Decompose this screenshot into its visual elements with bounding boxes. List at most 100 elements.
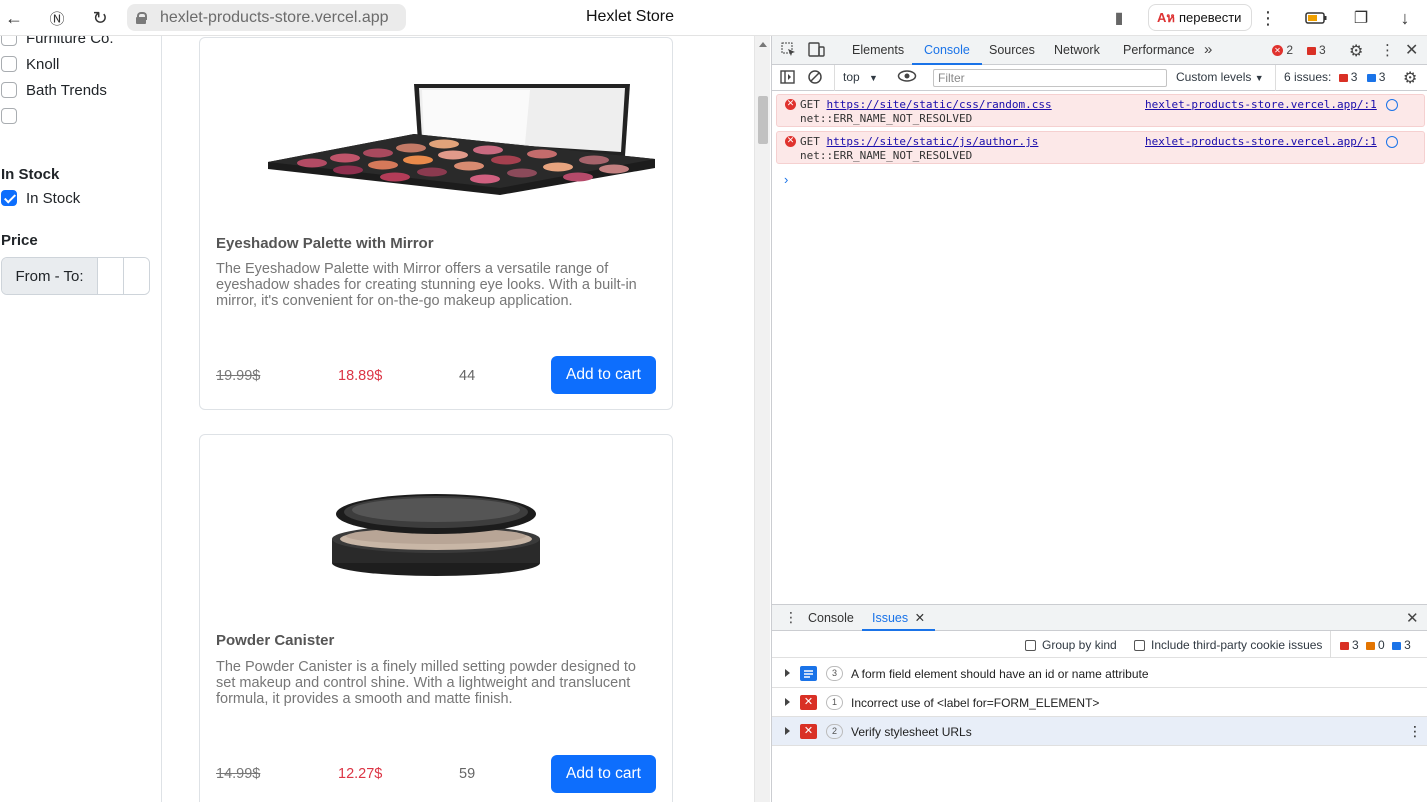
checkbox[interactable] bbox=[1, 56, 17, 72]
console-settings-gear-icon[interactable]: ⚙ bbox=[1403, 68, 1417, 88]
brand-filter-item[interactable]: Bath Trends bbox=[1, 80, 107, 100]
checkbox[interactable] bbox=[1, 36, 17, 46]
yandex-icon[interactable]: Ⓝ bbox=[45, 6, 69, 30]
issue-row[interactable]: ✕ 1 Incorrect use of <label for=FORM_ELE… bbox=[772, 688, 1427, 717]
drawer-menu-icon[interactable]: ⋮ bbox=[784, 609, 798, 626]
issue-info-icon bbox=[1366, 73, 1376, 82]
error-issue-icon: ✕ bbox=[800, 695, 817, 710]
product-description: The Powder Canister is a finely milled s… bbox=[216, 659, 636, 707]
bookmark-icon[interactable]: ▮ bbox=[1107, 6, 1131, 30]
product-title[interactable]: Eyeshadow Palette with Mirror bbox=[216, 235, 434, 252]
close-drawer-icon[interactable]: ✕ bbox=[1406, 609, 1419, 627]
checkbox[interactable] bbox=[1134, 640, 1145, 652]
network-globe-icon[interactable] bbox=[1386, 99, 1398, 111]
reload-icon[interactable]: ↻ bbox=[88, 6, 112, 30]
tab-elements[interactable]: Elements bbox=[852, 36, 904, 65]
issue-title: Incorrect use of <label for=FORM_ELEMENT… bbox=[851, 696, 1100, 710]
devtools-menu-icon[interactable]: ⋮ bbox=[1380, 41, 1395, 59]
clear-console-icon[interactable] bbox=[807, 69, 823, 88]
page-title: Hexlet Store bbox=[585, 8, 675, 25]
error-text: net::ERR_NAME_NOT_RESOLVED bbox=[800, 149, 973, 162]
console-error-message[interactable]: ✕ GET https://site/static/js/author.js n… bbox=[776, 131, 1425, 164]
url-text[interactable]: hexlet-products-store.vercel.app bbox=[160, 9, 389, 27]
issue-error-icon bbox=[1340, 641, 1349, 650]
product-title[interactable]: Powder Canister bbox=[216, 632, 334, 649]
price-range-label: From - To: bbox=[2, 258, 98, 294]
expand-arrow-icon[interactable] bbox=[785, 669, 790, 677]
source-link[interactable]: hexlet-products-store.vercel.app/:1 bbox=[1145, 98, 1377, 111]
issue-warning-icon bbox=[1366, 641, 1376, 650]
issue-info-icon bbox=[1392, 641, 1402, 650]
tab-sources[interactable]: Sources bbox=[989, 36, 1035, 65]
checkbox-checked[interactable] bbox=[1, 190, 17, 206]
close-devtools-icon[interactable]: ✕ bbox=[1405, 40, 1418, 60]
issues-toolbar: Group by kind Include third-party cookie… bbox=[772, 631, 1427, 658]
resource-link[interactable]: https://site/static/css/random.css bbox=[827, 98, 1052, 111]
context-selector[interactable]: top ▼ bbox=[843, 70, 878, 84]
in-stock-filter[interactable]: In Stock bbox=[1, 188, 80, 208]
network-globe-icon[interactable] bbox=[1386, 136, 1398, 148]
product-card: Eyeshadow Palette with Mirror The Eyesha… bbox=[199, 37, 673, 410]
price-from-input[interactable] bbox=[98, 258, 124, 294]
toolbar-divider bbox=[1275, 65, 1276, 91]
price-heading: Price bbox=[1, 232, 38, 249]
brand-filter-item[interactable]: Knoll bbox=[1, 54, 59, 74]
sidebar-toggle-icon[interactable] bbox=[780, 70, 795, 87]
issue-row[interactable]: ✕ 2 Verify stylesheet URLs ⋮ bbox=[772, 717, 1427, 746]
scrollbar-thumb[interactable] bbox=[758, 96, 768, 144]
add-to-cart-button[interactable]: Add to cart bbox=[551, 755, 656, 793]
inspect-element-icon[interactable] bbox=[781, 42, 796, 60]
store-page: Furniture Co. Knoll Bath Trends In Stock… bbox=[0, 36, 770, 802]
page-scrollbar[interactable] bbox=[754, 36, 770, 802]
toolbar-divider bbox=[834, 65, 835, 91]
translate-button[interactable]: Aห перевести bbox=[1148, 4, 1252, 31]
drawer-tab-issues[interactable]: Issues ✕ bbox=[862, 605, 936, 631]
drawer-tab-console[interactable]: Console bbox=[808, 605, 854, 631]
settings-gear-icon[interactable]: ⚙ bbox=[1349, 41, 1363, 61]
tab-performance[interactable]: Performance bbox=[1123, 36, 1195, 65]
issues-summary-button[interactable]: 6 issues: 3 3 bbox=[1284, 70, 1385, 84]
download-icon[interactable]: ↓ bbox=[1393, 6, 1417, 30]
tab-network[interactable]: Network bbox=[1054, 36, 1100, 65]
scroll-up-icon[interactable] bbox=[759, 42, 767, 47]
expand-arrow-icon[interactable] bbox=[785, 727, 790, 735]
issue-title: A form field element should have an id o… bbox=[851, 667, 1149, 681]
more-tabs-icon[interactable]: » bbox=[1204, 41, 1212, 58]
price-to-input[interactable] bbox=[124, 258, 149, 294]
issue-menu-icon[interactable]: ⋮ bbox=[1408, 723, 1422, 740]
brand-filter-item[interactable]: Furniture Co. bbox=[1, 36, 114, 48]
add-to-cart-button[interactable]: Add to cart bbox=[551, 356, 656, 394]
console-error-message[interactable]: ✕ GET https://site/static/css/random.css… bbox=[776, 94, 1425, 127]
error-icon: ✕ bbox=[785, 136, 796, 147]
stock-quantity: 59 bbox=[459, 766, 476, 782]
battery-icon bbox=[1304, 6, 1328, 30]
source-link[interactable]: hexlet-products-store.vercel.app/:1 bbox=[1145, 135, 1377, 148]
devtools-panel: Elements Console Sources Network Perform… bbox=[771, 36, 1427, 802]
checkbox[interactable] bbox=[1025, 640, 1036, 652]
group-by-kind-toggle[interactable]: Group by kind bbox=[1025, 638, 1117, 652]
request-method: GET bbox=[800, 135, 820, 148]
checkbox[interactable] bbox=[1, 108, 17, 124]
menu-dots-icon[interactable]: ⋮ bbox=[1256, 6, 1280, 30]
brand-filter-item[interactable] bbox=[1, 106, 26, 126]
third-party-cookie-toggle[interactable]: Include third-party cookie issues bbox=[1134, 638, 1322, 652]
product-card: Powder Canister The Powder Canister is a… bbox=[199, 434, 673, 802]
console-filter-input[interactable]: Filter bbox=[933, 69, 1167, 87]
checkbox[interactable] bbox=[1, 82, 17, 98]
issues-counter[interactable]: 3 bbox=[1307, 43, 1326, 57]
console-prompt-icon[interactable]: › bbox=[784, 172, 788, 187]
collections-icon[interactable]: ❐ bbox=[1349, 6, 1373, 30]
close-tab-icon[interactable]: ✕ bbox=[915, 611, 925, 625]
resource-link[interactable]: https://site/static/js/author.js bbox=[827, 135, 1039, 148]
tab-console[interactable]: Console bbox=[912, 36, 982, 65]
back-icon[interactable]: ← bbox=[2, 6, 26, 30]
address-bar[interactable]: hexlet-products-store.vercel.app bbox=[127, 4, 406, 31]
issue-row[interactable]: 3 A form field element should have an id… bbox=[772, 659, 1427, 688]
live-expression-eye-icon[interactable] bbox=[897, 69, 917, 86]
expand-arrow-icon[interactable] bbox=[785, 698, 790, 706]
log-levels-dropdown[interactable]: Custom levels ▼ bbox=[1176, 70, 1264, 84]
error-counter[interactable]: ✕ 2 bbox=[1272, 43, 1293, 57]
device-toolbar-icon[interactable] bbox=[808, 42, 825, 60]
old-price: 19.99$ bbox=[216, 368, 261, 384]
dropdown-arrow-icon: ▼ bbox=[869, 73, 878, 83]
